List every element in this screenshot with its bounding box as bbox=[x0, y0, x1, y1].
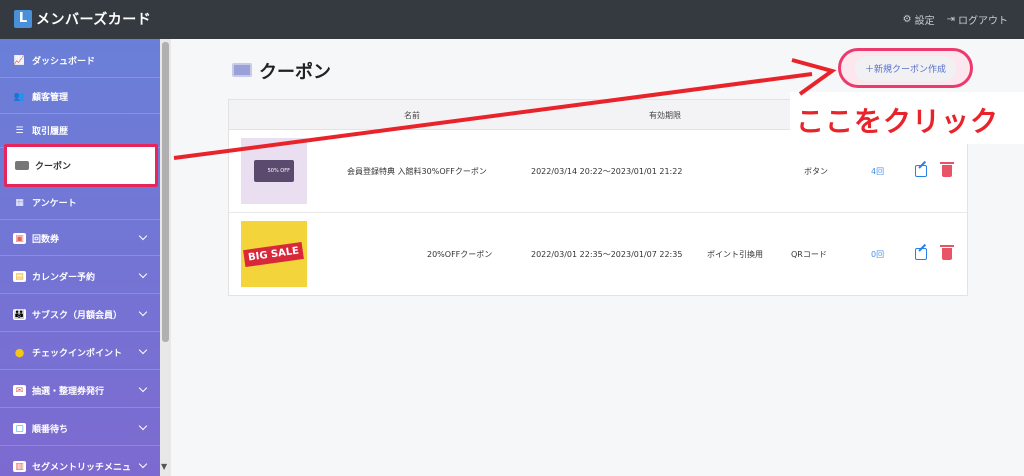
sidebar-item-dashboard[interactable]: 📈 ダッシュボード bbox=[0, 44, 160, 78]
sidebar-item-coupon[interactable]: クーポン bbox=[4, 144, 158, 187]
annotation-text: ここをクリック bbox=[796, 105, 1000, 138]
coupon-use-count[interactable]: 0回 bbox=[871, 249, 884, 260]
users-icon: 👥 bbox=[13, 91, 26, 102]
sidebar-item-customers[interactable]: 👥 顧客管理 bbox=[0, 80, 160, 114]
sidebar-item-label: チェックインポイント bbox=[32, 349, 123, 359]
app-title: メンバーズカード bbox=[36, 12, 152, 28]
coupon-thumbnail: 50% OFF bbox=[241, 138, 307, 204]
ticket-book-icon: ▣ bbox=[13, 233, 26, 244]
coupon-thumbnail-text: BIG SALE bbox=[243, 241, 305, 267]
sidebar-item-label: 顧客管理 bbox=[32, 93, 69, 103]
app-logo-icon: L bbox=[14, 10, 32, 28]
list-icon: ☰ bbox=[15, 125, 24, 136]
logout-icon: ⇥ bbox=[946, 14, 955, 25]
sidebar-item-survey[interactable]: ▦ アンケート bbox=[0, 186, 160, 220]
sidebar-item-label: カレンダー予約 bbox=[32, 273, 96, 283]
coupon-period: 2022/03/14 20:22〜2023/01/01 21:22 bbox=[531, 167, 683, 176]
sidebar-item-label: 抽選・整理券発行 bbox=[32, 387, 105, 397]
logout-link[interactable]: ⇥ ログアウト bbox=[947, 12, 1008, 27]
column-header-period: 有効期限 bbox=[649, 111, 681, 120]
edit-icon[interactable] bbox=[915, 165, 927, 177]
page-title: クーポン bbox=[259, 62, 331, 83]
chevron-down-icon bbox=[138, 421, 148, 431]
sidebar-item-label: 取引履歴 bbox=[32, 127, 69, 137]
sidebar-item-subscription[interactable]: 👪 サブスク（月額会員） bbox=[0, 298, 160, 332]
chart-icon: 📈 bbox=[13, 55, 26, 66]
subscription-icon: 👪 bbox=[13, 309, 26, 320]
new-coupon-button[interactable]: ＋新規クーポン作成 bbox=[854, 55, 956, 81]
column-header-name: 名前 bbox=[404, 111, 420, 120]
sidebar-item-lottery[interactable]: ✉ 抽選・整理券発行 bbox=[0, 374, 160, 408]
scroll-down-icon[interactable]: ▼ bbox=[161, 462, 167, 471]
sidebar-item-label: サブスク（月額会員） bbox=[32, 311, 123, 321]
chevron-down-icon bbox=[138, 231, 148, 241]
chevron-down-icon bbox=[138, 307, 148, 317]
coupon-condition: ポイント引換用 bbox=[707, 250, 763, 259]
sidebar-item-transactions[interactable]: ☰ 取引履歴 bbox=[0, 114, 160, 148]
coupon-method: QRコード bbox=[791, 250, 827, 259]
sidebar-item-checkin[interactable]: ● チェックインポイント bbox=[0, 336, 160, 370]
chevron-down-icon bbox=[138, 269, 148, 279]
sidebar-item-label: ダッシュボード bbox=[32, 57, 96, 67]
sidebar-item-calendar[interactable]: ▤ カレンダー予約 bbox=[0, 260, 160, 294]
coupon-name: 20%OFFクーポン bbox=[427, 250, 493, 259]
sidebar-item-label: 順番待ち bbox=[32, 425, 69, 435]
top-bar: L メンバーズカード ⚙ 設定 ⇥ ログアウト bbox=[0, 0, 1024, 39]
table-row[interactable]: BIG SALE 20%OFFクーポン 2022/03/01 22:35〜202… bbox=[229, 213, 967, 296]
gear-icon: ⚙ bbox=[902, 14, 912, 25]
coupon-method: ボタン bbox=[804, 167, 828, 176]
trash-icon[interactable] bbox=[940, 162, 954, 177]
sidebar-item-queue[interactable]: ▢ 順番待ち bbox=[0, 412, 160, 446]
coupon-ticket-icon bbox=[232, 63, 252, 77]
calendar-icon: ▤ bbox=[13, 271, 26, 282]
coupon-period: 2022/03/01 22:35〜2023/01/07 22:35 bbox=[531, 250, 683, 259]
trash-icon[interactable] bbox=[940, 245, 954, 260]
sidebar-item-label: クーポン bbox=[35, 162, 72, 172]
ticket-icon bbox=[15, 161, 29, 170]
coupon-use-count[interactable]: 4回 bbox=[871, 166, 884, 177]
chevron-down-icon bbox=[138, 383, 148, 393]
chevron-down-icon bbox=[138, 459, 148, 469]
settings-link[interactable]: ⚙ 設定 bbox=[903, 12, 935, 27]
settings-label: 設定 bbox=[914, 16, 935, 27]
menu-icon: ▥ bbox=[13, 461, 26, 472]
top-actions: ⚙ 設定 ⇥ ログアウト bbox=[903, 12, 1008, 27]
edit-icon[interactable] bbox=[915, 248, 927, 260]
sidebar-item-label: アンケート bbox=[32, 199, 77, 209]
sidebar-item-label: セグメントリッチメニュ bbox=[32, 463, 132, 473]
sidebar-item-ticket-book[interactable]: ▣ 回数券 bbox=[0, 222, 160, 256]
coupon-name: 会員登録特典 入館料30%OFFクーポン bbox=[347, 167, 487, 176]
sidebar-item-label: 回数券 bbox=[32, 235, 60, 245]
sidebar-scroll-thumb[interactable] bbox=[162, 42, 169, 342]
new-coupon-highlight: ＋新規クーポン作成 bbox=[838, 48, 973, 88]
survey-icon: ▦ bbox=[15, 197, 24, 208]
coupon-thumbnail: BIG SALE bbox=[241, 221, 307, 287]
coupon-thumbnail-text: 50% OFF bbox=[254, 160, 294, 182]
bulb-icon: ● bbox=[14, 346, 25, 359]
lottery-icon: ✉ bbox=[13, 385, 26, 396]
queue-icon: ▢ bbox=[13, 423, 26, 434]
logout-label: ログアウト bbox=[958, 16, 1008, 27]
sidebar-item-segment-menu[interactable]: ▥ セグメントリッチメニュ bbox=[0, 450, 160, 476]
chevron-down-icon bbox=[138, 345, 148, 355]
arrow-head bbox=[791, 58, 837, 96]
